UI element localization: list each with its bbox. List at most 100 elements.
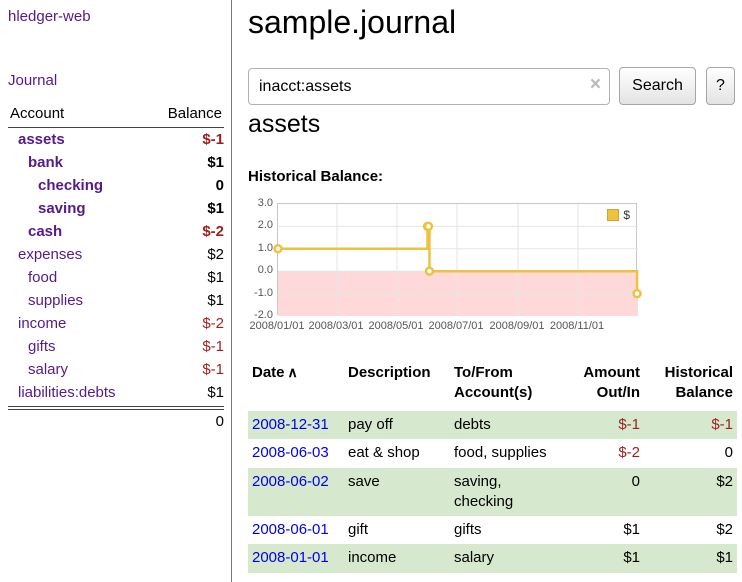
register-description: save: [344, 468, 450, 517]
register-balance: $2: [644, 468, 737, 517]
account-link[interactable]: bank: [8, 151, 63, 174]
legend-label: $: [623, 208, 630, 222]
data-point-marker: [634, 290, 641, 297]
search-button[interactable]: Search: [619, 67, 696, 105]
accounts-rows: assets$-1bank$1checking0saving$1cash$-2e…: [8, 128, 224, 404]
accounts-table: Account Balance assets $-1 bank $1 checking 0…: [8, 103, 224, 430]
register-amount: $1: [562, 516, 644, 544]
account-balance: $-1: [202, 128, 224, 151]
accounts-total: 0: [8, 406, 224, 430]
account-balance: $1: [207, 381, 224, 404]
x-tick-label: 2008/07/01: [428, 320, 483, 332]
register-row: 2008-06-03eat & shopfood, supplies$-20: [248, 439, 737, 467]
register-accounts: salary: [450, 544, 562, 572]
register-date-link[interactable]: 2008-01-01: [252, 549, 329, 566]
register-row: 2008-06-02 savesaving, checking0$2: [248, 468, 737, 517]
account-link[interactable]: income: [8, 312, 66, 335]
search-form: ×: [248, 68, 610, 105]
account-balance: $-2: [202, 312, 224, 335]
register-row: 2008-12-31pay offdebts$-1$-1: [248, 411, 737, 439]
account-row: assets $-1: [8, 128, 224, 151]
y-tick-label: 3.0: [248, 196, 273, 210]
chart-plot-area: $: [277, 203, 637, 315]
account-link[interactable]: checking: [8, 174, 103, 197]
account-link[interactable]: gifts: [8, 335, 56, 358]
account-row: liabilities:debts $1: [8, 381, 224, 404]
accounts-header-balance: Balance: [168, 105, 222, 122]
sort-asc-icon: ∧: [288, 364, 298, 380]
account-link[interactable]: saving: [8, 197, 86, 220]
page-title: sample.journal: [248, 4, 456, 41]
account-link[interactable]: expenses: [8, 243, 82, 266]
register-body: 2008-12-31pay offdebts$-1$-12008-06-03ea…: [248, 411, 737, 573]
chart-title: Historical Balance:: [248, 168, 383, 185]
register-description: income: [344, 544, 450, 572]
y-tick-label: -1.0: [248, 286, 273, 300]
data-point-marker: [426, 268, 433, 275]
x-tick-label: 2008/09/01: [489, 320, 544, 332]
register-amount: 0: [562, 468, 644, 517]
account-balance: $1: [207, 289, 224, 312]
register-row: 2008-01-01incomesalary$1$1: [248, 544, 737, 572]
balance-chart: 3.02.01.00.0-1.0-2.0 $ 2008/01/012008/03…: [248, 198, 678, 340]
column-header-date-label: Date: [252, 364, 285, 381]
column-header-date[interactable]: Date∧: [248, 360, 344, 411]
account-link[interactable]: supplies: [8, 289, 83, 312]
column-header-amount: Amount Out/In: [562, 360, 644, 411]
accounts-table-header: Account Balance: [8, 103, 224, 128]
account-balance: $2: [207, 243, 224, 266]
register-accounts: saving, checking: [450, 468, 562, 517]
account-link[interactable]: cash: [8, 220, 62, 243]
register-date-link[interactable]: 2008-06-02: [252, 473, 329, 490]
register-description: gift: [344, 516, 450, 544]
account-balance: 0: [216, 174, 224, 197]
account-balance: $-1: [202, 358, 224, 381]
account-link[interactable]: salary: [8, 358, 68, 381]
register-accounts: food, supplies: [450, 439, 562, 467]
account-balance: $1: [207, 151, 224, 174]
y-tick-label: 0.0: [248, 263, 273, 277]
sidebar-item-journal[interactable]: Journal: [8, 72, 57, 89]
account-link[interactable]: liabilities:debts: [8, 381, 116, 404]
register-amount: $-2: [562, 439, 644, 467]
legend-swatch-icon: [607, 209, 619, 221]
help-button[interactable]: ?: [706, 67, 735, 105]
register-date-link[interactable]: 2008-06-01: [252, 521, 329, 538]
account-row: checking 0: [8, 174, 224, 197]
register-amount: $1: [562, 544, 644, 572]
register-balance: $2: [644, 516, 737, 544]
x-tick-label: 2008/01/01: [249, 320, 304, 332]
data-point-marker: [275, 245, 282, 252]
search-input[interactable]: [248, 68, 610, 105]
x-tick-label: 2008/03/01: [308, 320, 363, 332]
register-date-link[interactable]: 2008-12-31: [252, 416, 329, 433]
account-row: cash $-2: [8, 220, 224, 243]
y-tick-label: 1.0: [248, 241, 273, 255]
column-header-description: Description: [344, 360, 450, 411]
account-link[interactable]: food: [8, 266, 57, 289]
account-row: supplies $1: [8, 289, 224, 312]
register-balance: $-1: [644, 411, 737, 439]
register-balance: 0: [644, 439, 737, 467]
account-balance: $-1: [202, 335, 224, 358]
account-row: expenses $2: [8, 243, 224, 266]
register-description: pay off: [344, 411, 450, 439]
accounts-header-account: Account: [10, 105, 64, 122]
x-tick-label: 2008/05/01: [368, 320, 423, 332]
account-row: food$1: [8, 266, 224, 289]
account-row: gifts $-1: [8, 335, 224, 358]
data-point-marker: [425, 223, 432, 230]
register-amount: $-1: [562, 411, 644, 439]
account-balance: $-2: [202, 220, 224, 243]
chart-svg: [278, 204, 638, 316]
register-date-link[interactable]: 2008-06-03: [252, 444, 329, 461]
register-accounts: gifts: [450, 516, 562, 544]
account-row: saving$1: [8, 197, 224, 220]
account-link[interactable]: assets: [8, 128, 65, 151]
x-tick-label: 2008/11/01: [550, 320, 604, 332]
clear-search-icon[interactable]: ×: [590, 74, 601, 96]
app-title-link[interactable]: hledger-web: [8, 8, 91, 25]
account-row: income $-2: [8, 312, 224, 335]
column-header-balance: Historical Balance: [644, 360, 737, 411]
chart-x-axis: 2008/01/01 2008/03/01 2008/05/01 2008/07/01…: [248, 320, 678, 336]
